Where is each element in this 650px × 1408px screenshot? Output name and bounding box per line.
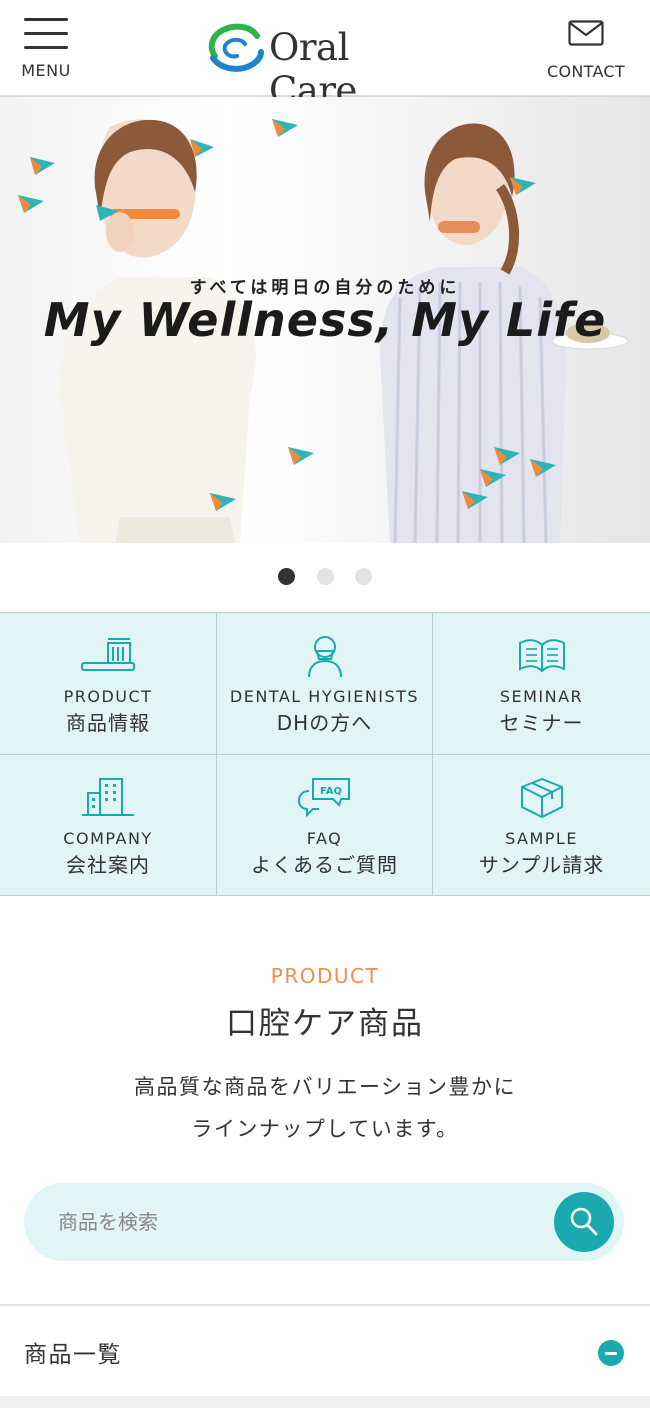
nav-product[interactable]: PRODUCT 商品情報: [0, 613, 216, 754]
search-icon: [570, 1207, 598, 1236]
contact-label: CONTACT: [547, 62, 625, 81]
hero-slider[interactable]: すべては明日の自分のために My Wellness, My Life: [0, 97, 650, 543]
site-header: MENU Oral Care CONTACT: [0, 0, 650, 112]
svg-text:FAQ: FAQ: [320, 786, 342, 797]
search-input[interactable]: [58, 1199, 538, 1245]
carousel-dot-3[interactable]: [354, 568, 372, 585]
nav-dental-hygienists[interactable]: DENTAL HYGIENISTS DHの方へ: [216, 613, 433, 754]
book-icon: [518, 639, 565, 673]
nav-product-en: PRODUCT: [63, 687, 153, 706]
section-description: 高品質な商品をバリエーション豊かに ラインナップしています。: [0, 1066, 650, 1150]
faq-bubble-icon: FAQ: [297, 778, 350, 818]
content-band: [0, 1396, 650, 1408]
building-icon: [82, 778, 134, 816]
nav-dental-hygienists-en: DENTAL HYGIENISTS: [229, 687, 420, 706]
nav-company-en: COMPANY: [63, 829, 153, 848]
product-search: [24, 1183, 624, 1261]
nav-sample[interactable]: SAMPLE サンプル請求: [433, 754, 650, 895]
accordion-label: 商品一覧: [24, 1342, 122, 1368]
box-icon: [520, 777, 563, 819]
nav-faq-en: FAQ: [306, 829, 343, 848]
product-list-accordion[interactable]: 商品一覧: [0, 1304, 650, 1396]
search-button[interactable]: [554, 1192, 614, 1252]
contact-button[interactable]: CONTACT: [538, 16, 634, 86]
nav-faq-ja: よくあるご質問: [251, 853, 398, 877]
nav-faq[interactable]: FAQ FAQ よくあるご質問: [216, 754, 433, 895]
mail-icon: [568, 20, 604, 46]
carousel-dot-1[interactable]: [278, 568, 296, 585]
hygienist-icon: [307, 636, 342, 677]
section-description-line-2: ラインナップしています。: [191, 1117, 459, 1141]
nav-seminar-ja: セミナー: [499, 711, 584, 735]
nav-product-ja: 商品情報: [66, 711, 150, 735]
hero-title: My Wellness, My Life: [43, 293, 607, 347]
quick-nav-grid: PRODUCT 商品情報 DENTAL HYGIENISTS DHの方へ SEM…: [0, 612, 650, 896]
menu-label: MENU: [21, 61, 71, 80]
section-title: 口腔ケア商品: [226, 1006, 424, 1042]
section-label: PRODUCT: [270, 964, 380, 988]
nav-company-ja: 会社案内: [66, 853, 150, 877]
carousel-dot-2[interactable]: [316, 568, 334, 585]
carousel-dots: [0, 568, 650, 588]
nav-sample-ja: サンプル請求: [478, 853, 605, 877]
nav-seminar[interactable]: SEMINAR セミナー: [433, 613, 650, 754]
menu-button[interactable]: MENU: [14, 14, 78, 84]
hamburger-icon: [24, 18, 68, 60]
nav-sample-en: SAMPLE: [505, 829, 578, 848]
nav-seminar-en: SEMINAR: [499, 687, 584, 706]
collapse-minus-icon[interactable]: [598, 1340, 624, 1366]
nav-company[interactable]: COMPANY 会社案内: [0, 754, 216, 895]
site-logo[interactable]: Oral Care: [205, 22, 445, 112]
logo-mark-icon: [208, 23, 264, 72]
toothbrush-icon: [81, 638, 135, 671]
section-description-line-1: 高品質な商品をバリエーション豊かに: [133, 1075, 517, 1099]
nav-dental-hygienists-ja: DHの方へ: [276, 711, 373, 735]
